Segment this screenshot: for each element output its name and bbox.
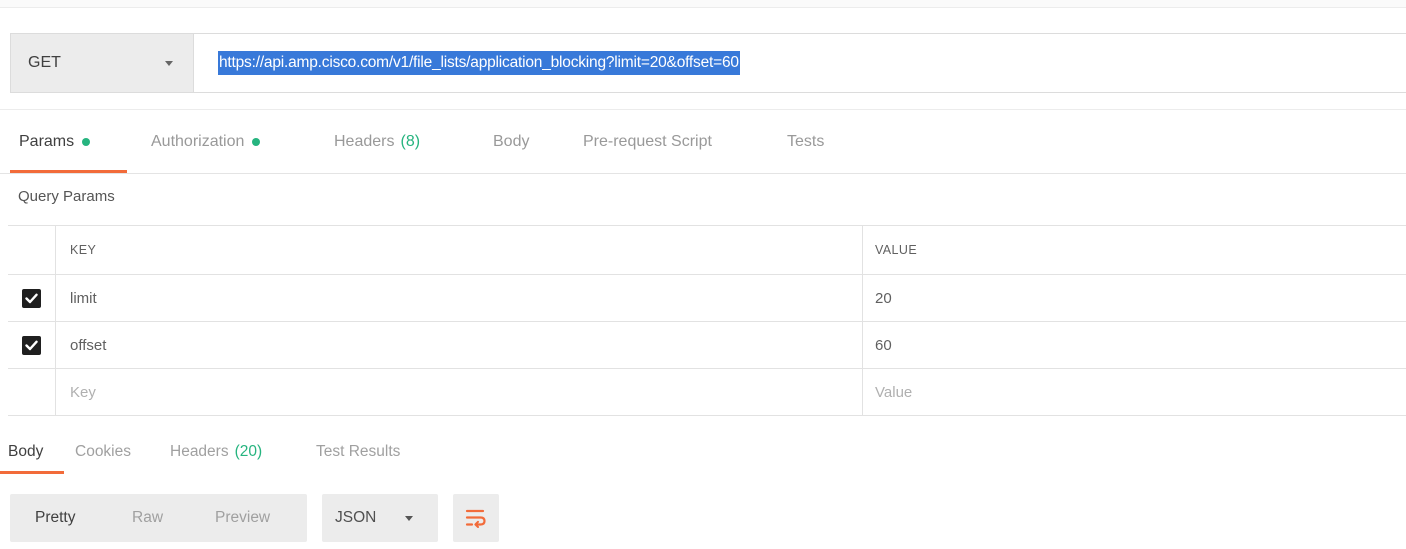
checkmark-icon xyxy=(25,340,38,350)
request-tabs: Params Authorization Headers (8) Body Pr… xyxy=(0,110,1406,174)
tab-headers[interactable]: Headers (8) xyxy=(334,110,420,174)
row-checkbox[interactable] xyxy=(22,288,41,308)
tab-label: Body xyxy=(493,133,530,150)
top-strip xyxy=(0,0,1406,8)
value-header-label: VALUE xyxy=(875,243,918,257)
new-key-input[interactable]: Key xyxy=(56,369,863,415)
url-text: https://api.amp.cisco.com/v1/file_lists/… xyxy=(218,51,740,75)
param-key: limit xyxy=(70,289,97,307)
param-key-field[interactable]: offset xyxy=(56,322,863,368)
tab-label: Headers xyxy=(334,133,395,150)
view-label: Raw xyxy=(132,509,164,526)
wrap-lines-icon xyxy=(465,509,486,528)
tab-label: Params xyxy=(19,133,75,150)
chevron-down-icon xyxy=(405,516,413,521)
tab-label: Headers xyxy=(170,443,229,460)
active-tab-indicator xyxy=(10,170,127,173)
key-header-label: KEY xyxy=(70,243,97,257)
checkmark-icon xyxy=(25,293,38,303)
param-value-field[interactable]: 20 xyxy=(863,275,1406,321)
table-row: offset 60 xyxy=(8,322,1406,369)
request-bar: GET https://api.amp.cisco.com/v1/file_li… xyxy=(10,33,1406,93)
query-params-title: Query Params xyxy=(18,188,115,205)
tab-cookies[interactable]: Cookies xyxy=(75,428,131,476)
view-mode-group: Pretty Raw Preview xyxy=(10,494,307,542)
tab-authorization[interactable]: Authorization xyxy=(151,110,261,174)
tab-label: Test Results xyxy=(316,443,401,460)
tab-body[interactable]: Body xyxy=(493,110,529,174)
params-table: KEY VALUE limit 20 offset 60 Key Value xyxy=(8,225,1406,416)
param-key-field[interactable]: limit xyxy=(56,275,863,321)
key-placeholder: Key xyxy=(70,383,96,401)
param-value: 60 xyxy=(875,336,892,354)
tab-label: Authorization xyxy=(151,133,245,150)
tab-tests[interactable]: Tests xyxy=(787,110,824,174)
param-value: 20 xyxy=(875,289,892,307)
view-label: Preview xyxy=(215,509,271,526)
value-column-header: VALUE xyxy=(863,226,1406,274)
pretty-button[interactable]: Pretty xyxy=(35,494,75,542)
check-column-header xyxy=(8,226,56,274)
tab-label: Pre-request Script xyxy=(583,133,712,150)
tab-response-body[interactable]: Body xyxy=(8,428,43,476)
row-checkbox[interactable] xyxy=(22,335,41,355)
key-column-header: KEY xyxy=(56,226,863,274)
chevron-down-icon xyxy=(165,61,173,66)
tab-test-results[interactable]: Test Results xyxy=(316,428,400,476)
indicator-dot-icon xyxy=(82,138,91,146)
tab-params[interactable]: Params xyxy=(19,110,91,174)
tab-label: Tests xyxy=(787,133,825,150)
raw-button[interactable]: Raw xyxy=(132,494,163,542)
wrap-lines-button[interactable] xyxy=(453,494,499,542)
format-label: JSON xyxy=(335,509,377,526)
tab-label: Cookies xyxy=(75,443,131,460)
param-value-field[interactable]: 60 xyxy=(863,322,1406,368)
active-tab-indicator xyxy=(0,471,64,474)
method-label: GET xyxy=(28,54,61,71)
url-input[interactable]: https://api.amp.cisco.com/v1/file_lists/… xyxy=(194,34,1406,92)
preview-button[interactable]: Preview xyxy=(215,494,270,542)
row-check-cell xyxy=(8,322,56,368)
value-placeholder: Value xyxy=(875,383,913,401)
tab-label: Body xyxy=(8,443,44,460)
tab-count: (20) xyxy=(234,443,263,460)
view-label: Pretty xyxy=(35,509,76,526)
param-key: offset xyxy=(70,336,107,354)
response-tabs: Body Cookies Headers (20) Test Results xyxy=(0,428,1406,476)
new-value-input[interactable]: Value xyxy=(863,369,1406,415)
tab-count: (8) xyxy=(400,133,421,150)
table-row: limit 20 xyxy=(8,275,1406,322)
tab-pre-request-script[interactable]: Pre-request Script xyxy=(583,110,712,174)
table-header-row: KEY VALUE xyxy=(8,226,1406,275)
indicator-dot-icon xyxy=(252,138,261,146)
row-check-cell xyxy=(8,369,56,415)
format-select[interactable]: JSON xyxy=(322,494,438,542)
table-row-new: Key Value xyxy=(8,369,1406,416)
tab-response-headers[interactable]: Headers (20) xyxy=(170,428,262,476)
row-check-cell xyxy=(8,275,56,321)
method-select[interactable]: GET xyxy=(11,34,194,92)
